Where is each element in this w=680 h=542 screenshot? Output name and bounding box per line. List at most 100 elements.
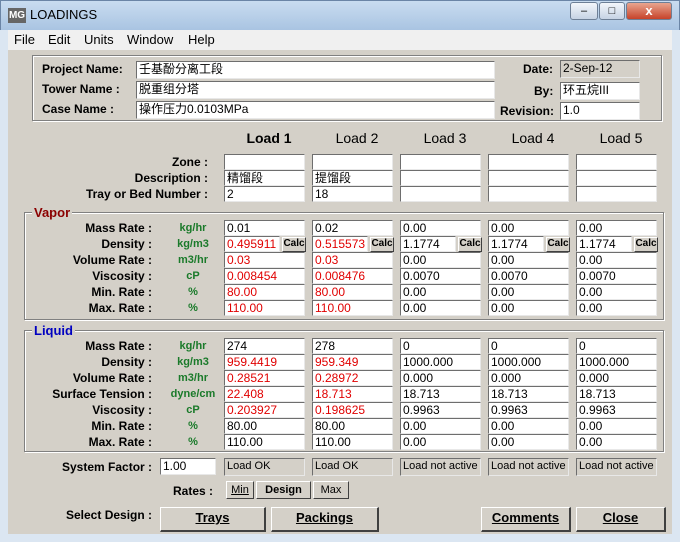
vapor-value-field[interactable]: 0.00 xyxy=(400,252,481,268)
trays-button[interactable]: Trays xyxy=(160,507,266,532)
liquid-value-field[interactable]: 274 xyxy=(224,338,305,354)
vapor-value-field[interactable]: 0.008454 xyxy=(224,268,305,284)
tray-field-load-1[interactable]: 2 xyxy=(224,186,305,202)
vapor-value-field[interactable]: 0.495911 xyxy=(224,236,280,252)
vapor-value-field[interactable]: 0.00 xyxy=(576,252,657,268)
packings-button[interactable]: Packings xyxy=(271,507,379,532)
zone-field-load-1[interactable] xyxy=(224,154,305,170)
liquid-value-field[interactable]: 0 xyxy=(488,338,569,354)
vapor-value-field[interactable]: 1.1774 xyxy=(488,236,544,252)
vapor-value-field[interactable]: 80.00 xyxy=(312,284,393,300)
liquid-value-field[interactable]: 110.00 xyxy=(224,434,305,450)
liquid-value-field[interactable]: 959.4419 xyxy=(224,354,305,370)
description-field-load-5[interactable] xyxy=(576,170,657,186)
maximize-button[interactable]: □ xyxy=(599,2,625,20)
liquid-value-field[interactable]: 0.00 xyxy=(400,418,481,434)
menu-units[interactable]: Units xyxy=(84,32,114,47)
liquid-value-field[interactable]: 0 xyxy=(576,338,657,354)
vapor-value-field[interactable]: 0.02 xyxy=(312,220,393,236)
tray-field-load-4[interactable] xyxy=(488,186,569,202)
vapor-value-field[interactable]: 1.1774 xyxy=(576,236,632,252)
vapor-value-field[interactable]: 0.00 xyxy=(488,300,569,316)
liquid-value-field[interactable]: 1000.000 xyxy=(400,354,481,370)
vapor-value-field[interactable]: 0.00 xyxy=(400,284,481,300)
vapor-value-field[interactable]: 0.008476 xyxy=(312,268,393,284)
system-factor-field[interactable]: 1.00 xyxy=(160,458,216,475)
vapor-value-field[interactable]: 0.00 xyxy=(488,252,569,268)
liquid-value-field[interactable]: 18.713 xyxy=(576,386,657,402)
liquid-value-field[interactable]: 18.713 xyxy=(400,386,481,402)
liquid-value-field[interactable]: 0.28521 xyxy=(224,370,305,386)
liquid-value-field[interactable]: 0.28972 xyxy=(312,370,393,386)
liquid-value-field[interactable]: 0.203927 xyxy=(224,402,305,418)
vapor-value-field[interactable]: 0.0070 xyxy=(488,268,569,284)
calc-density-button[interactable]: Calc xyxy=(458,237,482,252)
liquid-value-field[interactable]: 0.000 xyxy=(488,370,569,386)
rates-design-button[interactable]: Design xyxy=(256,481,311,499)
calc-density-button[interactable]: Calc xyxy=(282,237,306,252)
vapor-value-field[interactable]: 110.00 xyxy=(312,300,393,316)
liquid-value-field[interactable]: 18.713 xyxy=(312,386,393,402)
liquid-value-field[interactable]: 0.9963 xyxy=(576,402,657,418)
minimize-button[interactable]: – xyxy=(570,2,598,20)
liquid-value-field[interactable]: 1000.000 xyxy=(576,354,657,370)
liquid-value-field[interactable]: 80.00 xyxy=(224,418,305,434)
vapor-value-field[interactable]: 0.00 xyxy=(488,284,569,300)
liquid-value-field[interactable]: 0.00 xyxy=(488,434,569,450)
liquid-value-field[interactable]: 0.00 xyxy=(400,434,481,450)
liquid-value-field[interactable]: 80.00 xyxy=(312,418,393,434)
project-name-field[interactable]: 壬基酚分离工段 xyxy=(136,61,495,79)
liquid-value-field[interactable]: 0.00 xyxy=(488,418,569,434)
liquid-value-field[interactable]: 18.713 xyxy=(488,386,569,402)
close-button[interactable]: Close xyxy=(576,507,666,532)
liquid-value-field[interactable]: 0.000 xyxy=(576,370,657,386)
tray-field-load-3[interactable] xyxy=(400,186,481,202)
tower-name-field[interactable]: 脱重组分塔 xyxy=(136,81,495,99)
vapor-value-field[interactable]: 0.03 xyxy=(312,252,393,268)
liquid-value-field[interactable]: 0 xyxy=(400,338,481,354)
close-window-button[interactable]: x xyxy=(626,2,672,20)
menu-help[interactable]: Help xyxy=(188,32,215,47)
description-field-load-4[interactable] xyxy=(488,170,569,186)
liquid-value-field[interactable]: 0.00 xyxy=(576,418,657,434)
vapor-value-field[interactable]: 0.01 xyxy=(224,220,305,236)
liquid-value-field[interactable]: 0.9963 xyxy=(488,402,569,418)
description-field-load-3[interactable] xyxy=(400,170,481,186)
description-field-load-2[interactable]: 提馏段 xyxy=(312,170,393,186)
rates-max-button[interactable]: Max xyxy=(313,481,349,499)
liquid-value-field[interactable]: 0.00 xyxy=(576,434,657,450)
liquid-value-field[interactable]: 0.198625 xyxy=(312,402,393,418)
liquid-value-field[interactable]: 22.408 xyxy=(224,386,305,402)
zone-field-load-2[interactable] xyxy=(312,154,393,170)
menu-window[interactable]: Window xyxy=(127,32,173,47)
vapor-value-field[interactable]: 0.00 xyxy=(488,220,569,236)
zone-field-load-5[interactable] xyxy=(576,154,657,170)
vapor-value-field[interactable]: 0.00 xyxy=(576,300,657,316)
vapor-value-field[interactable]: 0.00 xyxy=(400,300,481,316)
tray-field-load-2[interactable]: 18 xyxy=(312,186,393,202)
vapor-value-field[interactable]: 110.00 xyxy=(224,300,305,316)
liquid-value-field[interactable]: 959.349 xyxy=(312,354,393,370)
zone-field-load-3[interactable] xyxy=(400,154,481,170)
calc-density-button[interactable]: Calc xyxy=(370,237,394,252)
menu-edit[interactable]: Edit xyxy=(48,32,70,47)
description-field-load-1[interactable]: 精馏段 xyxy=(224,170,305,186)
liquid-value-field[interactable]: 0.9963 xyxy=(400,402,481,418)
calc-density-button[interactable]: Calc xyxy=(546,237,570,252)
rates-min-button[interactable]: Min xyxy=(226,481,254,499)
vapor-value-field[interactable]: 0.00 xyxy=(576,284,657,300)
by-field[interactable]: 环五烷III xyxy=(560,82,640,100)
liquid-value-field[interactable]: 110.00 xyxy=(312,434,393,450)
comments-button[interactable]: Comments xyxy=(481,507,571,532)
menu-file[interactable]: File xyxy=(14,32,35,47)
vapor-value-field[interactable]: 0.515573 xyxy=(312,236,368,252)
vapor-value-field[interactable]: 0.00 xyxy=(400,220,481,236)
zone-field-load-4[interactable] xyxy=(488,154,569,170)
case-name-field[interactable]: 操作压力0.0103MPa xyxy=(136,101,495,119)
liquid-value-field[interactable]: 1000.000 xyxy=(488,354,569,370)
vapor-value-field[interactable]: 0.0070 xyxy=(400,268,481,284)
liquid-value-field[interactable]: 278 xyxy=(312,338,393,354)
liquid-value-field[interactable]: 0.000 xyxy=(400,370,481,386)
tray-field-load-5[interactable] xyxy=(576,186,657,202)
vapor-value-field[interactable]: 1.1774 xyxy=(400,236,456,252)
